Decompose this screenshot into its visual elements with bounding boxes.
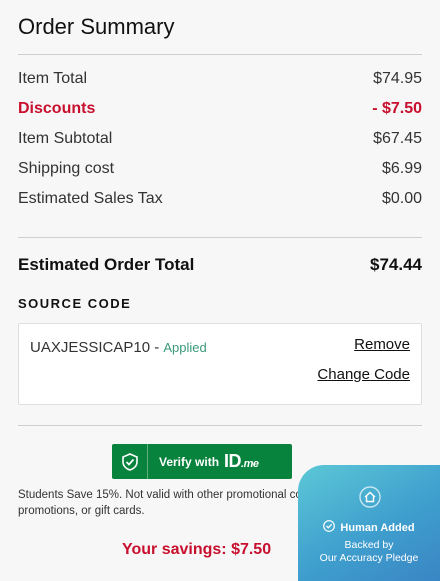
- badge-line1: Backed by: [344, 539, 394, 551]
- row-value: $0.00: [381, 190, 422, 207]
- row-value: $67.45: [373, 130, 422, 147]
- divider: [18, 425, 422, 426]
- row-value: $74.95: [373, 70, 422, 87]
- idme-logo: ID.me: [224, 451, 259, 472]
- shield-check-icon: [112, 444, 148, 479]
- verify-idme-button[interactable]: Verify with ID.me: [112, 444, 292, 479]
- home-icon: [359, 486, 381, 513]
- human-added-badge[interactable]: Human Added Backed by Our Accuracy Pledg…: [298, 465, 440, 581]
- human-added-title: Human Added: [298, 520, 440, 535]
- row-value: $6.99: [381, 160, 422, 177]
- code-value: UAXJESSICAP10 -: [30, 339, 164, 356]
- row-label: Item Subtotal: [18, 130, 113, 147]
- page-title: Order Summary: [18, 14, 175, 39]
- total-label: Estimated Order Total: [18, 255, 195, 274]
- savings-total: Your savings: $7.50: [122, 541, 272, 558]
- item-subtotal-row: Item Subtotal $67.45: [18, 128, 422, 150]
- verify-label: Verify with: [159, 454, 220, 469]
- order-total-row: Estimated Order Total $74.44: [18, 253, 422, 277]
- check-circle-icon: [323, 520, 336, 535]
- source-code-box: UAXJESSICAP10 - Applied Remove Change Co…: [18, 323, 422, 405]
- row-label: Discounts: [18, 100, 96, 117]
- row-label: Item Total: [18, 70, 88, 87]
- applied-status: Applied: [163, 340, 207, 355]
- remove-code-link[interactable]: Remove: [354, 336, 410, 353]
- badge-subtitle: Backed by Our Accuracy Pledge: [298, 539, 440, 565]
- source-code-heading: SOURCE CODE: [18, 296, 132, 311]
- total-value: $74.44: [370, 255, 422, 274]
- sales-tax-row: Estimated Sales Tax $0.00: [18, 188, 422, 210]
- row-label: Estimated Sales Tax: [18, 190, 163, 207]
- idme-logo-suffix: .me: [241, 458, 259, 470]
- badge-title: Human Added: [340, 521, 415, 534]
- badge-line2: Our Accuracy Pledge: [319, 552, 419, 564]
- row-label: Shipping cost: [18, 160, 115, 177]
- idme-logo-text: ID: [224, 451, 242, 471]
- shipping-cost-row: Shipping cost $6.99: [18, 158, 422, 180]
- applied-code: UAXJESSICAP10 - Applied: [30, 339, 207, 356]
- discounts-row: Discounts - $7.50: [18, 98, 422, 120]
- change-code-link[interactable]: Change Code: [317, 366, 410, 383]
- divider: [18, 237, 422, 238]
- divider: [18, 54, 422, 55]
- row-value: - $7.50: [372, 100, 422, 117]
- item-total-row: Item Total $74.95: [18, 68, 422, 90]
